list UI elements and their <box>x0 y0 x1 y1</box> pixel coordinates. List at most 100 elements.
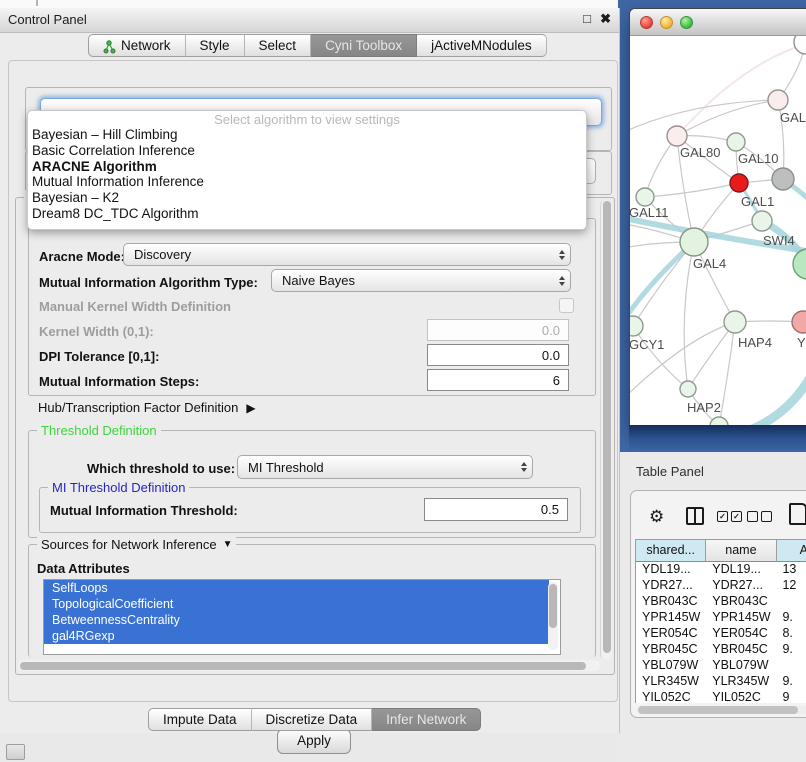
network-node-GAL4[interactable] <box>680 228 708 256</box>
table-cell[interactable]: 9 <box>776 690 806 703</box>
close-traffic-light[interactable] <box>640 16 653 29</box>
table-cell[interactable]: 9. <box>776 642 806 658</box>
network-node-GAL1[interactable] <box>730 174 748 192</box>
table-row[interactable]: YDL19...YDL19...13 <box>636 562 806 578</box>
panel-grip-icon[interactable] <box>6 744 25 760</box>
table-cell[interactable]: YDR27... <box>706 578 776 594</box>
network-node-SWI4[interactable] <box>752 211 772 231</box>
column-header-a[interactable]: A <box>777 540 806 562</box>
network-node-HAP2[interactable] <box>680 381 696 397</box>
attribute-item-gal4rgexp[interactable]: gal4RGexp <box>44 628 549 644</box>
algorithm-option-aracne-algorithm[interactable]: ARACNE Algorithm <box>28 159 586 175</box>
network-node-GAL10[interactable] <box>727 133 745 151</box>
mi-threshold-field[interactable]: 0.5 <box>424 498 568 521</box>
algorithm-option-bayesian-hill-climbing[interactable]: Bayesian – Hill Climbing <box>28 127 586 143</box>
hub-definition-expander[interactable]: Hub/Transcription Factor Definition ▶ <box>38 400 256 415</box>
settings-horizontal-scrollbar[interactable] <box>18 660 600 671</box>
tab-network[interactable]: Network <box>88 34 186 57</box>
bottom-tab-impute-data[interactable]: Impute Data <box>148 708 252 731</box>
tab-style[interactable]: Style <box>186 34 245 57</box>
mi-algorithm-type-combo[interactable]: Naive Bayes <box>271 269 571 292</box>
settings-vertical-scrollbar[interactable] <box>600 200 612 660</box>
network-edge[interactable] <box>645 183 739 197</box>
table-row[interactable]: YLR345WYLR345W9. <box>636 674 806 690</box>
column-header-name[interactable]: name <box>706 540 776 562</box>
zoom-traffic-light[interactable] <box>680 16 693 29</box>
table-cell[interactable]: YIL052C <box>636 690 706 703</box>
network-view-window[interactable]: GALGAL80GAL10GAL1GAL11SWI4GAL4GCY1HAP4YH… <box>629 8 806 427</box>
network-node-gray-node[interactable] <box>772 168 794 190</box>
scrollbar-thumb[interactable] <box>549 584 557 628</box>
table-row[interactable]: YIL052CYIL052C9 <box>636 690 806 703</box>
table-cell[interactable] <box>776 658 806 674</box>
deselect-all-columns-icon[interactable] <box>747 511 772 522</box>
table-row[interactable]: YBR043CYBR043C <box>636 594 806 610</box>
network-window-titlebar[interactable] <box>630 9 806 36</box>
sources-expander[interactable]: Sources for Network Inference ▼ <box>37 537 236 552</box>
dpi-tolerance-field[interactable]: 0.0 <box>427 344 569 366</box>
apply-button[interactable]: Apply <box>277 729 351 754</box>
network-node-GAL11[interactable] <box>636 188 654 206</box>
bottom-tab-discretize-data[interactable]: Discretize Data <box>252 708 373 731</box>
table-cell[interactable]: YPR145W <box>636 610 706 626</box>
scrollbar-thumb[interactable] <box>638 706 798 714</box>
table-row[interactable]: YER054CYER054C8. <box>636 626 806 642</box>
attribute-item-betweennesscentrality[interactable]: BetweennessCentrality <box>44 612 549 628</box>
network-node-GAL80[interactable] <box>667 126 687 146</box>
table-cell[interactable]: YBR045C <box>636 642 706 658</box>
bottom-tab-infer-network[interactable]: Infer Network <box>372 708 481 731</box>
close-icon[interactable]: ✖ <box>600 11 611 27</box>
table-cell[interactable]: YER054C <box>706 626 776 642</box>
tab-jactivemnodules[interactable]: jActiveMNodules <box>417 34 547 57</box>
select-all-columns-icon[interactable]: ✓ ✓ <box>717 511 742 522</box>
column-header-shared[interactable]: shared... <box>636 540 706 562</box>
network-edge[interactable] <box>719 322 735 426</box>
table-cell[interactable]: YDL19... <box>636 562 706 578</box>
network-canvas[interactable]: GALGAL80GAL10GAL1GAL11SWI4GAL4GCY1HAP4YH… <box>630 36 806 427</box>
table-row[interactable]: YBR045CYBR045C9. <box>636 642 806 658</box>
table-cell[interactable]: YDR27... <box>636 578 706 594</box>
network-edge[interactable] <box>748 374 806 427</box>
scrollbar-thumb[interactable] <box>20 662 586 670</box>
table-cell[interactable]: YBR045C <box>706 642 776 658</box>
attribute-item-selfloops[interactable]: SelfLoops <box>44 580 549 596</box>
table-cell[interactable]: YBR043C <box>706 594 776 610</box>
scrollbar-thumb[interactable] <box>603 201 611 653</box>
algorithm-option-bayesian-k2[interactable]: Bayesian – K2 <box>28 190 586 206</box>
network-edge[interactable] <box>677 100 778 136</box>
network-node-HAP4[interactable] <box>724 311 746 333</box>
tab-cyni-toolbox[interactable]: Cyni Toolbox <box>311 34 417 57</box>
aracne-mode-combo[interactable]: Discovery <box>123 243 571 266</box>
network-node-big-green[interactable] <box>793 249 806 279</box>
list-scrollbar[interactable] <box>548 582 558 650</box>
algorithm-option-dream8-dc-tdc-algorithm[interactable]: Dream8 DC_TDC Algorithm <box>28 206 586 222</box>
control-panel-titlebar[interactable]: Control Panel □ ✖ <box>0 8 619 33</box>
data-attributes-list[interactable]: SelfLoopsTopologicalCoefficientBetweenne… <box>43 579 561 655</box>
table-row[interactable]: YBL079WYBL079W <box>636 658 806 674</box>
network-node-pink-y[interactable] <box>792 311 806 333</box>
table-cell[interactable]: 9. <box>776 610 806 626</box>
which-threshold-combo[interactable]: MI Threshold <box>237 455 533 479</box>
table-cell[interactable]: YBL079W <box>706 658 776 674</box>
float-window-icon[interactable]: □ <box>583 11 591 26</box>
table-cell[interactable]: 8. <box>776 626 806 642</box>
network-node-top-cut[interactable] <box>794 36 806 54</box>
table-cell[interactable]: YER054C <box>636 626 706 642</box>
table-cell[interactable]: YBR043C <box>636 594 706 610</box>
table-horizontal-scrollbar[interactable] <box>637 706 806 714</box>
table-cell[interactable]: YDL19... <box>706 562 776 578</box>
table-row[interactable]: YDR27...YDR27...12 <box>636 578 806 594</box>
gear-icon[interactable]: ⚙ <box>649 507 664 527</box>
algorithm-dropdown-list[interactable]: Select algorithm to view settings Bayesi… <box>27 110 587 230</box>
network-node-gal-top[interactable] <box>768 90 788 110</box>
table-cell[interactable]: 13 <box>776 562 806 578</box>
mi-steps-field[interactable]: 6 <box>427 369 569 391</box>
table-cell[interactable]: 12 <box>776 578 806 594</box>
table-cell[interactable]: YIL052C <box>706 690 776 703</box>
node-table[interactable]: shared...nameAYDL19...YDL19...13YDR27...… <box>635 539 806 703</box>
table-cell[interactable]: YBL079W <box>636 658 706 674</box>
attribute-item-topologicalcoefficient[interactable]: TopologicalCoefficient <box>44 596 549 612</box>
algorithm-option-mutual-information-inference[interactable]: Mutual Information Inference <box>28 174 586 190</box>
network-node-GCY1[interactable] <box>630 316 643 336</box>
table-cell[interactable] <box>776 594 806 610</box>
